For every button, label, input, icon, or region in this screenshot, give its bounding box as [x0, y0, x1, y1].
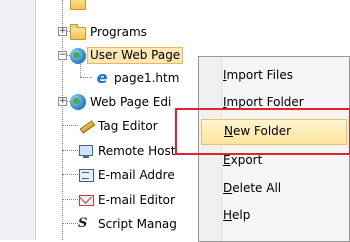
tree-item-label: User Web Page: [87, 47, 184, 64]
globe-icon: [70, 47, 86, 64]
tree-guide-line: [62, 174, 78, 175]
menu-item-accelerator: H: [223, 208, 233, 222]
tree-guide-line: [62, 125, 78, 126]
tree-node-partial: [70, 0, 90, 11]
tree-item-label: E-mail Addre: [98, 167, 175, 182]
annotation-highlight-box: [175, 108, 350, 155]
tree-item-programs[interactable]: Programs: [70, 22, 147, 41]
expand-toggle-web-page-editor[interactable]: +: [58, 97, 67, 106]
monitor-icon: [78, 143, 94, 159]
menu-item-label: mport Files: [226, 68, 293, 82]
tree-item-label: E-mail Editor: [98, 192, 175, 207]
tree-item-label: Tag Editor: [98, 118, 158, 133]
web-editor-icon: [70, 93, 86, 110]
menu-item-delete-all[interactable]: Delete All: [201, 176, 347, 200]
address-book-icon: [78, 167, 94, 183]
script-icon: S: [78, 215, 88, 231]
menu-item-label: xport: [230, 153, 263, 167]
collapse-toggle-user-web-page[interactable]: −: [58, 51, 67, 60]
tree-item-tag-editor[interactable]: Tag Editor: [78, 116, 158, 135]
tree-guide-line: [62, 223, 78, 224]
tree-item-page1[interactable]: e page1.htm: [94, 67, 180, 87]
menu-item-import-files[interactable]: Import Files: [201, 63, 347, 87]
tree-item-script-manager[interactable]: S Script Manag: [78, 214, 177, 233]
tree-item-remote-host[interactable]: Remote Host: [78, 141, 175, 160]
tree-guide-line: [62, 0, 63, 240]
menu-item-label: mport Folder: [226, 95, 304, 109]
menu-item-accelerator: E: [223, 153, 231, 167]
tree-item-email-address[interactable]: E-mail Addre: [78, 165, 175, 184]
tree-item-label: Script Manag: [98, 216, 177, 231]
tree-item-label: Programs: [90, 24, 147, 39]
panel-divider: [35, 0, 36, 240]
menu-item-help[interactable]: Help: [201, 203, 347, 227]
tree-guide-line: [80, 77, 92, 78]
tree-item-email-editor[interactable]: E-mail Editor: [78, 190, 175, 209]
menu-item-label: elp: [232, 208, 251, 222]
menu-item-accelerator: D: [223, 181, 233, 195]
folder-icon: [70, 23, 86, 40]
tree-item-user-web-page[interactable]: User Web Page: [70, 46, 184, 65]
mail-icon: [78, 192, 94, 208]
expand-toggle-programs[interactable]: +: [58, 27, 67, 36]
menu-item-label: elete All: [232, 181, 282, 195]
ie-page-icon: e: [96, 67, 108, 87]
tree-item-label: page1.htm: [114, 70, 180, 85]
folder-icon: [70, 0, 86, 10]
tree-item-label: Web Page Edi: [90, 94, 172, 109]
tree-item-web-page-editor[interactable]: Web Page Edi: [70, 92, 171, 111]
tree-item-label: Remote Host: [98, 143, 176, 158]
tree-guide-line: [62, 150, 78, 151]
pencil-icon: [78, 118, 94, 134]
tree-guide-line: [62, 199, 78, 200]
